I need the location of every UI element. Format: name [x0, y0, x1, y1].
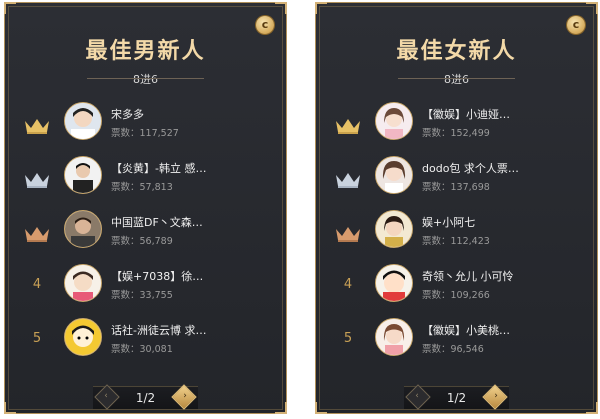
- rank-number: 4: [343, 277, 353, 292]
- gold-crown-icon: [25, 119, 49, 134]
- list-item[interactable]: 4 【娱+7038】徐… 票数：33,755: [5, 261, 286, 315]
- avatar[interactable]: [64, 210, 102, 248]
- page-indicator: 1/2: [446, 391, 467, 405]
- contestant-name[interactable]: 娱+小阿七: [422, 214, 582, 230]
- avatar[interactable]: [375, 156, 413, 194]
- corner-decoration: [4, 2, 16, 14]
- bronze-crown-icon: [336, 227, 360, 242]
- avatar[interactable]: [64, 102, 102, 140]
- vote-count: 票数：30,081: [111, 344, 173, 355]
- pagination: ‹ 1/2 ›: [316, 382, 597, 410]
- bronze-crown-icon: [25, 227, 49, 242]
- vote-count: 票数：57,813: [111, 182, 173, 193]
- round-label: 8进6: [316, 71, 597, 87]
- ranking-list: 【徽娱】小迪娅… 票数：152,499 dodo包 求个人票… 票数：137,6…: [316, 99, 597, 369]
- round-label: 8进6: [5, 71, 286, 87]
- ranking-list: 宋多多 票数：117,527 【炎黄】-韩立 感… 票数：57,813 中国蓝D…: [5, 99, 286, 369]
- vote-count: 票数：152,499: [422, 128, 490, 139]
- list-item[interactable]: 娱+小阿七 票数：112,423: [316, 207, 597, 261]
- panel-best-male-newcomer: c 最佳男新人 8进6 宋多多 票数：117,527 【炎黄】-韩立 感… 票数…: [4, 2, 287, 414]
- contestant-name[interactable]: 【徽娱】小美桃…: [422, 322, 582, 338]
- page-indicator: 1/2: [135, 391, 156, 405]
- rank-number: 5: [343, 331, 353, 346]
- coin-icon[interactable]: c: [256, 16, 274, 34]
- silver-crown-icon: [336, 173, 360, 188]
- list-item[interactable]: 4 奇领丶允儿 小可怜 票数：109,266: [316, 261, 597, 315]
- contestant-name[interactable]: 【娱+7038】徐…: [111, 268, 271, 284]
- list-item[interactable]: 【炎黄】-韩立 感… 票数：57,813: [5, 153, 286, 207]
- silver-crown-icon: [25, 173, 49, 188]
- list-item[interactable]: 宋多多 票数：117,527: [5, 99, 286, 153]
- coin-icon[interactable]: c: [567, 16, 585, 34]
- list-item[interactable]: 中国蓝DF丶文森… 票数：56,789: [5, 207, 286, 261]
- pagination: ‹ 1/2 ›: [5, 382, 286, 410]
- corner-decoration: [315, 2, 327, 14]
- panel-title: 最佳男新人: [85, 39, 206, 64]
- contestant-name[interactable]: 宋多多: [111, 106, 271, 122]
- avatar[interactable]: [375, 102, 413, 140]
- corner-decoration: [275, 2, 287, 14]
- avatar[interactable]: [375, 318, 413, 356]
- chevron-right-icon[interactable]: ›: [490, 390, 502, 402]
- vote-count: 票数：56,789: [111, 236, 173, 247]
- contestant-name[interactable]: 【炎黄】-韩立 感…: [111, 160, 271, 176]
- avatar[interactable]: [64, 264, 102, 302]
- chevron-right-icon[interactable]: ›: [179, 390, 191, 402]
- list-item[interactable]: 5 【徽娱】小美桃… 票数：96,546: [316, 315, 597, 369]
- list-item[interactable]: 5 话社-洲徒云博 求… 票数：30,081: [5, 315, 286, 369]
- vote-count: 票数：117,527: [111, 128, 179, 139]
- contestant-name[interactable]: 【徽娱】小迪娅…: [422, 106, 582, 122]
- vote-count: 票数：96,546: [422, 344, 484, 355]
- list-item[interactable]: 【徽娱】小迪娅… 票数：152,499: [316, 99, 597, 153]
- list-item[interactable]: dodo包 求个人票… 票数：137,698: [316, 153, 597, 207]
- vote-count: 票数：109,266: [422, 290, 490, 301]
- avatar[interactable]: [375, 264, 413, 302]
- avatar[interactable]: [375, 210, 413, 248]
- avatar[interactable]: [64, 318, 102, 356]
- vote-count: 票数：137,698: [422, 182, 490, 193]
- panel-best-female-newcomer: c 最佳女新人 8进6 【徽娱】小迪娅… 票数：152,499 dodo包 求个…: [315, 2, 598, 414]
- gold-crown-icon: [336, 119, 360, 134]
- contestant-name[interactable]: dodo包 求个人票…: [422, 160, 582, 176]
- avatar[interactable]: [64, 156, 102, 194]
- corner-decoration: [586, 2, 598, 14]
- contestant-name[interactable]: 奇领丶允儿 小可怜: [422, 268, 582, 284]
- contestant-name[interactable]: 话社-洲徒云博 求…: [111, 322, 271, 338]
- vote-count: 票数：112,423: [422, 236, 490, 247]
- contestant-name[interactable]: 中国蓝DF丶文森…: [111, 214, 271, 230]
- rank-number: 4: [32, 277, 42, 292]
- panel-title: 最佳女新人: [396, 39, 517, 64]
- vote-count: 票数：33,755: [111, 290, 173, 301]
- rank-number: 5: [32, 331, 42, 346]
